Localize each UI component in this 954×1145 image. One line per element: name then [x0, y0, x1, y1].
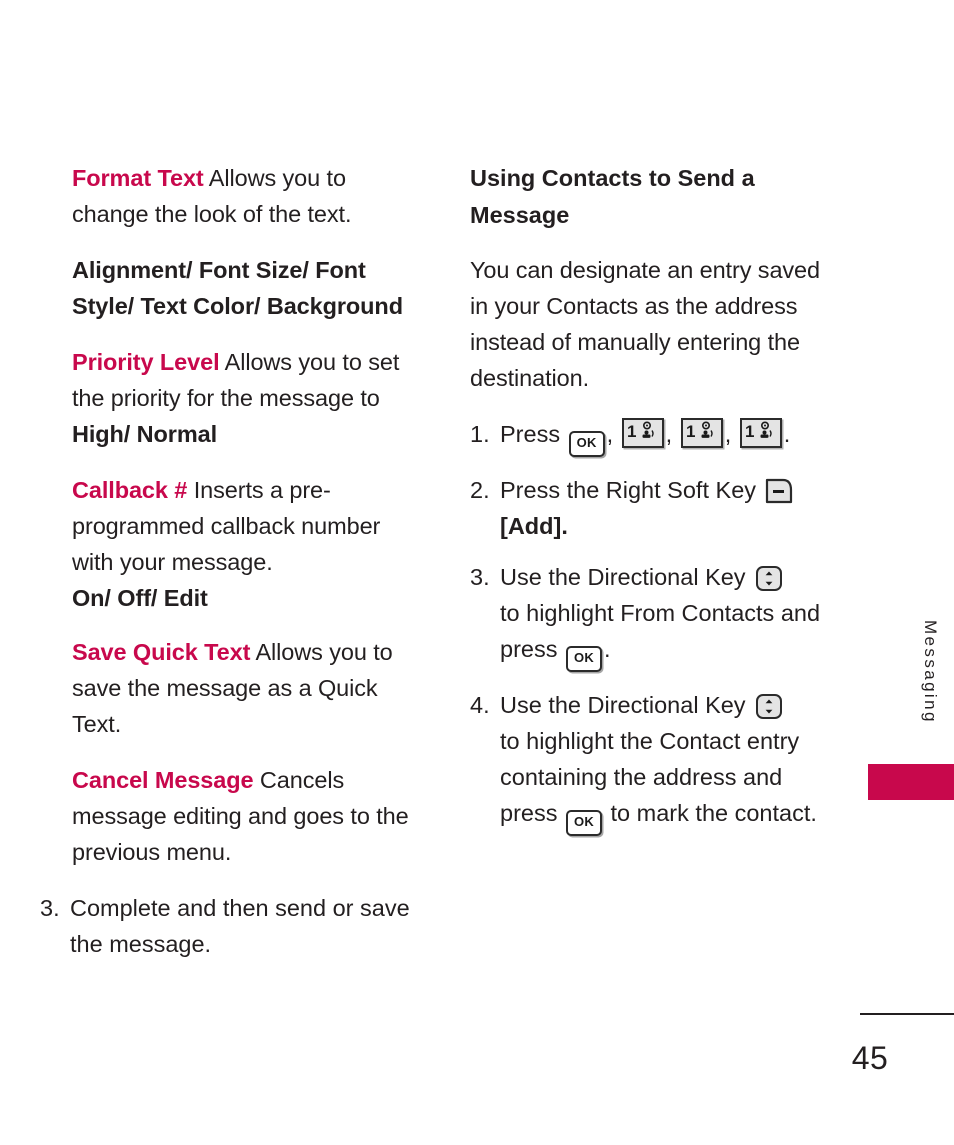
- entry-priority-level: Priority Level Allows you to set the pri…: [72, 344, 420, 452]
- svg-text:1: 1: [627, 422, 636, 441]
- page-number: 45: [851, 1040, 889, 1076]
- separator-comma: ,: [606, 421, 614, 447]
- side-tab-marker: [868, 764, 954, 800]
- ok-key-icon[interactable]: OK: [566, 810, 602, 836]
- step-number: 4.: [470, 692, 490, 718]
- separator-comma: ,: [724, 421, 732, 447]
- step-4: 4. Use the Directional Key to highlight …: [470, 687, 832, 836]
- svg-text:1: 1: [745, 422, 754, 441]
- left-step-3: 3. Complete and then send or save the me…: [40, 890, 418, 962]
- step-number: 3.: [40, 895, 60, 921]
- entry-term: Priority Level: [72, 349, 220, 375]
- step-text: Complete and then send or save the messa…: [70, 895, 410, 957]
- ok-key-icon[interactable]: OK: [568, 431, 605, 457]
- number-one-key-icon[interactable]: 1: [680, 418, 723, 448]
- step-2: 2. Press the Right Soft Key [Add].: [470, 472, 832, 544]
- entry-format-text: Format Text Allows you to change the loo…: [72, 160, 420, 232]
- step-text-end: to mark the contact.: [610, 800, 817, 826]
- number-one-key-icon[interactable]: 1: [621, 418, 664, 448]
- step-number: 3.: [470, 564, 490, 590]
- section-intro: You can designate an entry saved in your…: [470, 257, 821, 391]
- directional-key-icon[interactable]: [755, 693, 783, 720]
- step-number: 2.: [470, 477, 490, 503]
- entry-term: Save Quick Text: [72, 639, 251, 665]
- right-column: Using Contacts to Send a Message You can…: [470, 160, 832, 851]
- side-tab-label: Messaging: [921, 620, 940, 724]
- ok-key-icon[interactable]: OK: [566, 646, 602, 672]
- step-3: 3. Use the Directional Key to highlight …: [470, 559, 832, 672]
- step-text: Press the Right Soft Key: [500, 477, 757, 503]
- soft-key-label: [Add].: [500, 513, 568, 539]
- step-number: 1.: [470, 421, 490, 447]
- entry-format-text-options: Alignment/ Font Size/ Font Style/ Text C…: [72, 252, 420, 324]
- entry-callback-number: Callback # Inserts a pre-programmed call…: [72, 472, 420, 616]
- step-text-continued: to highlight From Contacts and press: [500, 600, 821, 662]
- separator-period: .: [604, 636, 611, 662]
- entry-options: On/ Off/ Edit: [72, 585, 208, 611]
- step-text: Press: [500, 421, 561, 447]
- directional-key-icon[interactable]: [755, 565, 783, 592]
- number-one-key-icon[interactable]: 1: [739, 418, 782, 448]
- step-text: Use the Directional Key: [500, 692, 746, 718]
- entry-options: Alignment/ Font Size/ Font Style/ Text C…: [72, 257, 403, 319]
- right-soft-key-icon[interactable]: [765, 478, 793, 504]
- separator-comma: ,: [665, 421, 673, 447]
- entry-term: Format Text: [72, 165, 204, 191]
- step-text: Use the Directional Key: [500, 564, 746, 590]
- separator-period: .: [783, 421, 791, 447]
- entry-cancel-message: Cancel Message Cancels message editing a…: [72, 762, 420, 870]
- step-1: 1. Press OK, 1 , 1 , 1 .: [470, 416, 832, 457]
- entry-options: High/ Normal: [72, 421, 218, 447]
- section-heading: Using Contacts to Send a Message: [470, 165, 755, 228]
- left-column: Format Text Allows you to change the loo…: [40, 160, 420, 977]
- entry-term: Callback #: [72, 477, 188, 503]
- footer-rule: [860, 1013, 954, 1015]
- entry-save-quick-text: Save Quick Text Allows you to save the m…: [72, 634, 420, 742]
- entry-term: Cancel Message: [72, 767, 254, 793]
- manual-page: Format Text Allows you to change the loo…: [0, 0, 954, 1145]
- svg-text:1: 1: [686, 422, 695, 441]
